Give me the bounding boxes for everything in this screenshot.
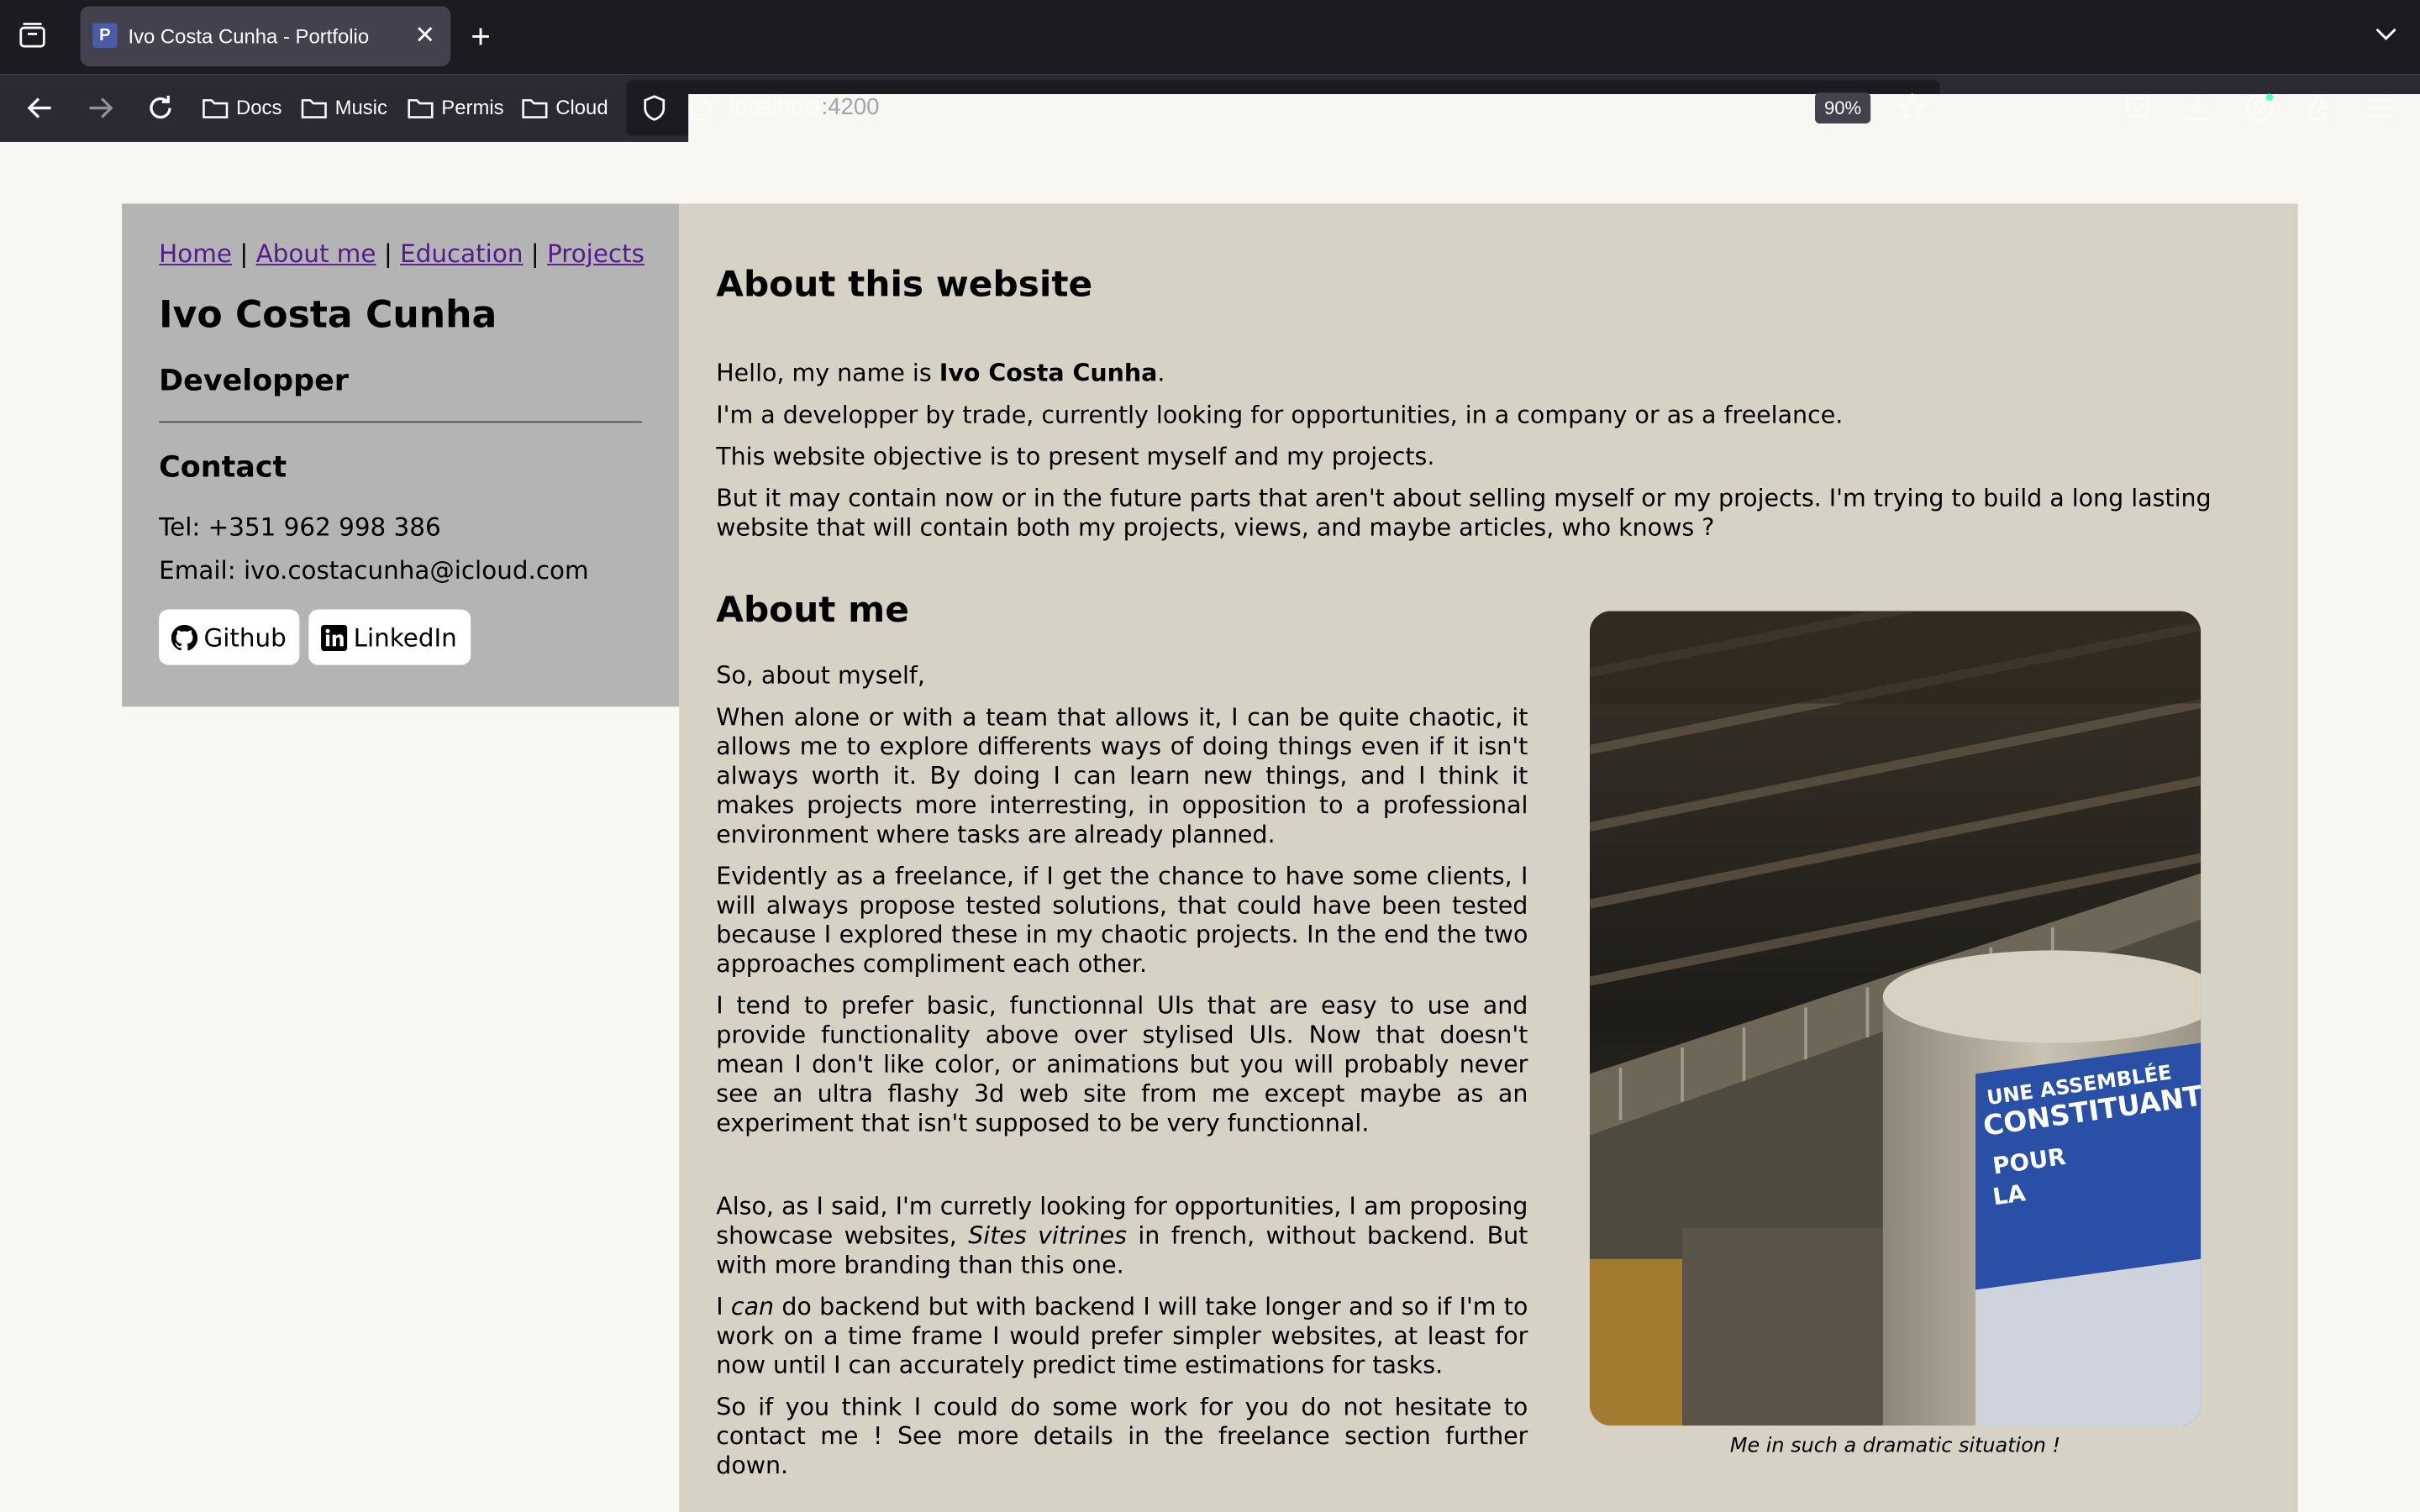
nav-education-link[interactable]: Education bbox=[400, 239, 523, 269]
hello-suffix: . bbox=[1157, 359, 1165, 388]
p5-emphasis: Sites vitrines bbox=[968, 1221, 1128, 1250]
pocket-icon[interactable] bbox=[2123, 92, 2154, 123]
account-icon[interactable] bbox=[2244, 92, 2275, 123]
menu-icon[interactable] bbox=[2365, 92, 2396, 123]
linkedin-label: LinkedIn bbox=[353, 622, 457, 653]
back-icon[interactable] bbox=[24, 92, 55, 123]
about-site-heading: About this website bbox=[716, 265, 1093, 306]
nav-about-link[interactable]: About me bbox=[256, 239, 376, 269]
bookmark-label: Docs bbox=[236, 95, 282, 119]
main-content: About this website Hello, my name is Ivo… bbox=[679, 203, 2298, 1512]
tab-title: Ivo Costa Cunha - Portfolio bbox=[128, 24, 370, 48]
download-icon[interactable] bbox=[2182, 92, 2213, 123]
nav-home-link[interactable]: Home bbox=[159, 239, 232, 269]
github-button[interactable]: Github bbox=[159, 609, 300, 665]
hello-name: Ivo Costa Cunha bbox=[939, 359, 1158, 388]
site-paragraph-3: This website objective is to present mys… bbox=[716, 443, 1435, 471]
close-tab-icon[interactable]: ✕ bbox=[414, 20, 435, 51]
bookmark-music[interactable]: Music bbox=[301, 95, 387, 119]
star-icon[interactable] bbox=[1897, 92, 1928, 131]
forward-icon[interactable] bbox=[85, 92, 116, 123]
poster-text: LA bbox=[1991, 1179, 2028, 1210]
p6-text: I bbox=[716, 1293, 731, 1321]
bookmark-permis[interactable]: Permis bbox=[408, 95, 504, 119]
linkedin-button[interactable]: LinkedIn bbox=[308, 609, 471, 665]
p6-text: do backend but with backend I will take … bbox=[716, 1293, 1528, 1380]
about-me-paragraph-5: Also, as I said, I'm curretly looking fo… bbox=[716, 1193, 1528, 1281]
hello-prefix: Hello, my name is bbox=[716, 359, 939, 388]
active-tab[interactable]: P Ivo Costa Cunha - Portfolio ✕ bbox=[80, 6, 451, 66]
tab-list-icon[interactable] bbox=[18, 22, 46, 50]
url-text[interactable]: localhost:4200 bbox=[730, 94, 880, 120]
bookmark-cloud[interactable]: Cloud bbox=[522, 95, 608, 119]
divider bbox=[159, 421, 643, 423]
contact-heading: Contact bbox=[159, 450, 287, 485]
profile-photo: UNE ASSEMBLÉE CONSTITUANTE POUR LA bbox=[1589, 611, 2202, 1426]
new-tab-icon[interactable]: + bbox=[471, 17, 491, 57]
about-me-paragraph-2: When alone or with a team that allows it… bbox=[716, 703, 1528, 849]
nav-projects-link[interactable]: Projects bbox=[547, 239, 644, 269]
zoom-level-button[interactable]: 90% bbox=[1815, 92, 1871, 123]
site-paragraph-2: I'm a developper by trade, currently loo… bbox=[716, 401, 1844, 429]
url-host: localhost bbox=[729, 94, 822, 121]
tab-bar: P Ivo Costa Cunha - Portfolio ✕ + bbox=[0, 0, 2420, 75]
contact-email: Email: ivo.costacunha@icloud.com bbox=[159, 555, 589, 585]
bookmark-label: Permis bbox=[441, 95, 504, 119]
about-me-heading: About me bbox=[716, 591, 909, 632]
github-label: Github bbox=[203, 622, 287, 653]
folder-icon bbox=[408, 98, 434, 118]
hello-paragraph: Hello, my name is Ivo Costa Cunha. bbox=[716, 360, 1165, 389]
profile-name: Ivo Costa Cunha bbox=[159, 292, 497, 337]
url-port: :4200 bbox=[821, 94, 880, 121]
sidebar: Home | About me | Education | Projects I… bbox=[122, 203, 680, 707]
github-icon bbox=[171, 623, 198, 650]
chevron-down-icon[interactable] bbox=[2374, 22, 2398, 53]
address-bar[interactable]: localhost:4200 90% bbox=[626, 80, 2420, 1465]
folder-icon bbox=[301, 98, 327, 118]
nav-separator: | bbox=[530, 239, 539, 269]
about-me-paragraph-4: I tend to prefer basic, functionnal UIs … bbox=[716, 992, 1528, 1137]
site-paragraph-4: But it may contain now or in the future … bbox=[716, 484, 2212, 542]
bookmark-docs[interactable]: Docs bbox=[203, 95, 282, 119]
profile-role: Developper bbox=[159, 364, 350, 398]
nav-separator: | bbox=[383, 239, 392, 269]
sidebar-nav: Home | About me | Education | Projects bbox=[159, 239, 644, 269]
contact-tel: Tel: +351 962 998 386 bbox=[159, 512, 441, 542]
about-me-paragraph-3: Evidently as a freelance, if I get the c… bbox=[716, 862, 1528, 979]
folder-icon bbox=[203, 98, 229, 118]
about-me-paragraph-1: So, about myself, bbox=[716, 661, 925, 690]
p6-emphasis: can bbox=[730, 1293, 775, 1321]
photo-caption: Me in such a dramatic situation ! bbox=[1729, 1435, 2061, 1458]
bookmark-label: Cloud bbox=[555, 95, 608, 119]
folder-icon bbox=[522, 98, 548, 118]
page-viewport: Home | About me | Education | Projects I… bbox=[0, 141, 2420, 1512]
bookmark-label: Music bbox=[334, 95, 387, 119]
shield-icon[interactable] bbox=[640, 94, 668, 129]
site-favicon-icon: P bbox=[92, 23, 118, 48]
nav-separator: | bbox=[239, 239, 249, 269]
reload-icon[interactable] bbox=[145, 92, 176, 123]
about-me-paragraph-7: So if you think I could do some work for… bbox=[716, 1393, 1528, 1480]
about-me-paragraph-6: I can do backend but with backend I will… bbox=[716, 1293, 1528, 1381]
navigation-toolbar: Docs Music Permis Cloud localhost:4200 9… bbox=[0, 74, 2420, 1465]
extensions-icon[interactable] bbox=[2304, 92, 2335, 123]
linkedin-icon bbox=[321, 623, 348, 651]
